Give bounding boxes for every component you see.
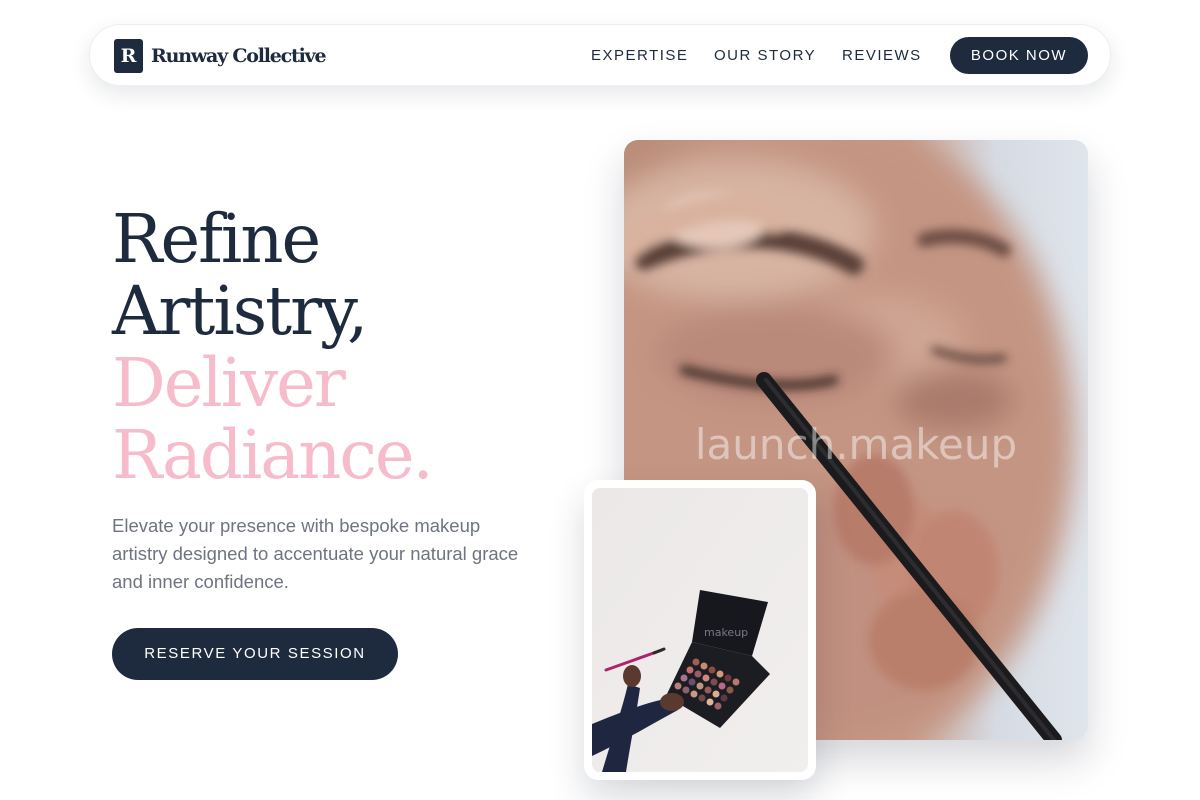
nav-link-reviews[interactable]: REVIEWS bbox=[842, 45, 922, 67]
brand-name[interactable]: Runway Collective bbox=[151, 41, 327, 71]
card-watermark: makeup bbox=[704, 626, 749, 639]
hero-headline: Refine Artistry, Deliver Radiance. bbox=[112, 203, 592, 491]
book-now-button[interactable]: BOOK NOW bbox=[950, 37, 1088, 74]
headline-line-1: Refine bbox=[112, 200, 321, 278]
reserve-session-button[interactable]: RESERVE YOUR SESSION bbox=[112, 628, 398, 680]
headline-line-2: Artistry, bbox=[112, 272, 368, 350]
logo-mark[interactable]: R bbox=[114, 39, 143, 73]
palette-image-card: makeup bbox=[584, 480, 816, 780]
headline-line-4: Radiance. bbox=[112, 416, 434, 494]
headline-line-3: Deliver bbox=[112, 344, 346, 422]
nav-link-expertise[interactable]: EXPERTISE bbox=[591, 45, 688, 67]
eyeshadow-palette-photo bbox=[592, 488, 808, 772]
palette-photo: makeup bbox=[592, 488, 808, 772]
hero-description: Elevate your presence with bespoke makeu… bbox=[112, 515, 519, 592]
nav-link-our-story[interactable]: OUR STORY bbox=[714, 45, 816, 67]
image-watermark: launch.makeup bbox=[694, 420, 1018, 469]
landing-page: R Runway Collective EXPERTISE OUR STORY … bbox=[0, 0, 1200, 800]
top-navbar: R Runway Collective EXPERTISE OUR STORY … bbox=[89, 24, 1111, 86]
